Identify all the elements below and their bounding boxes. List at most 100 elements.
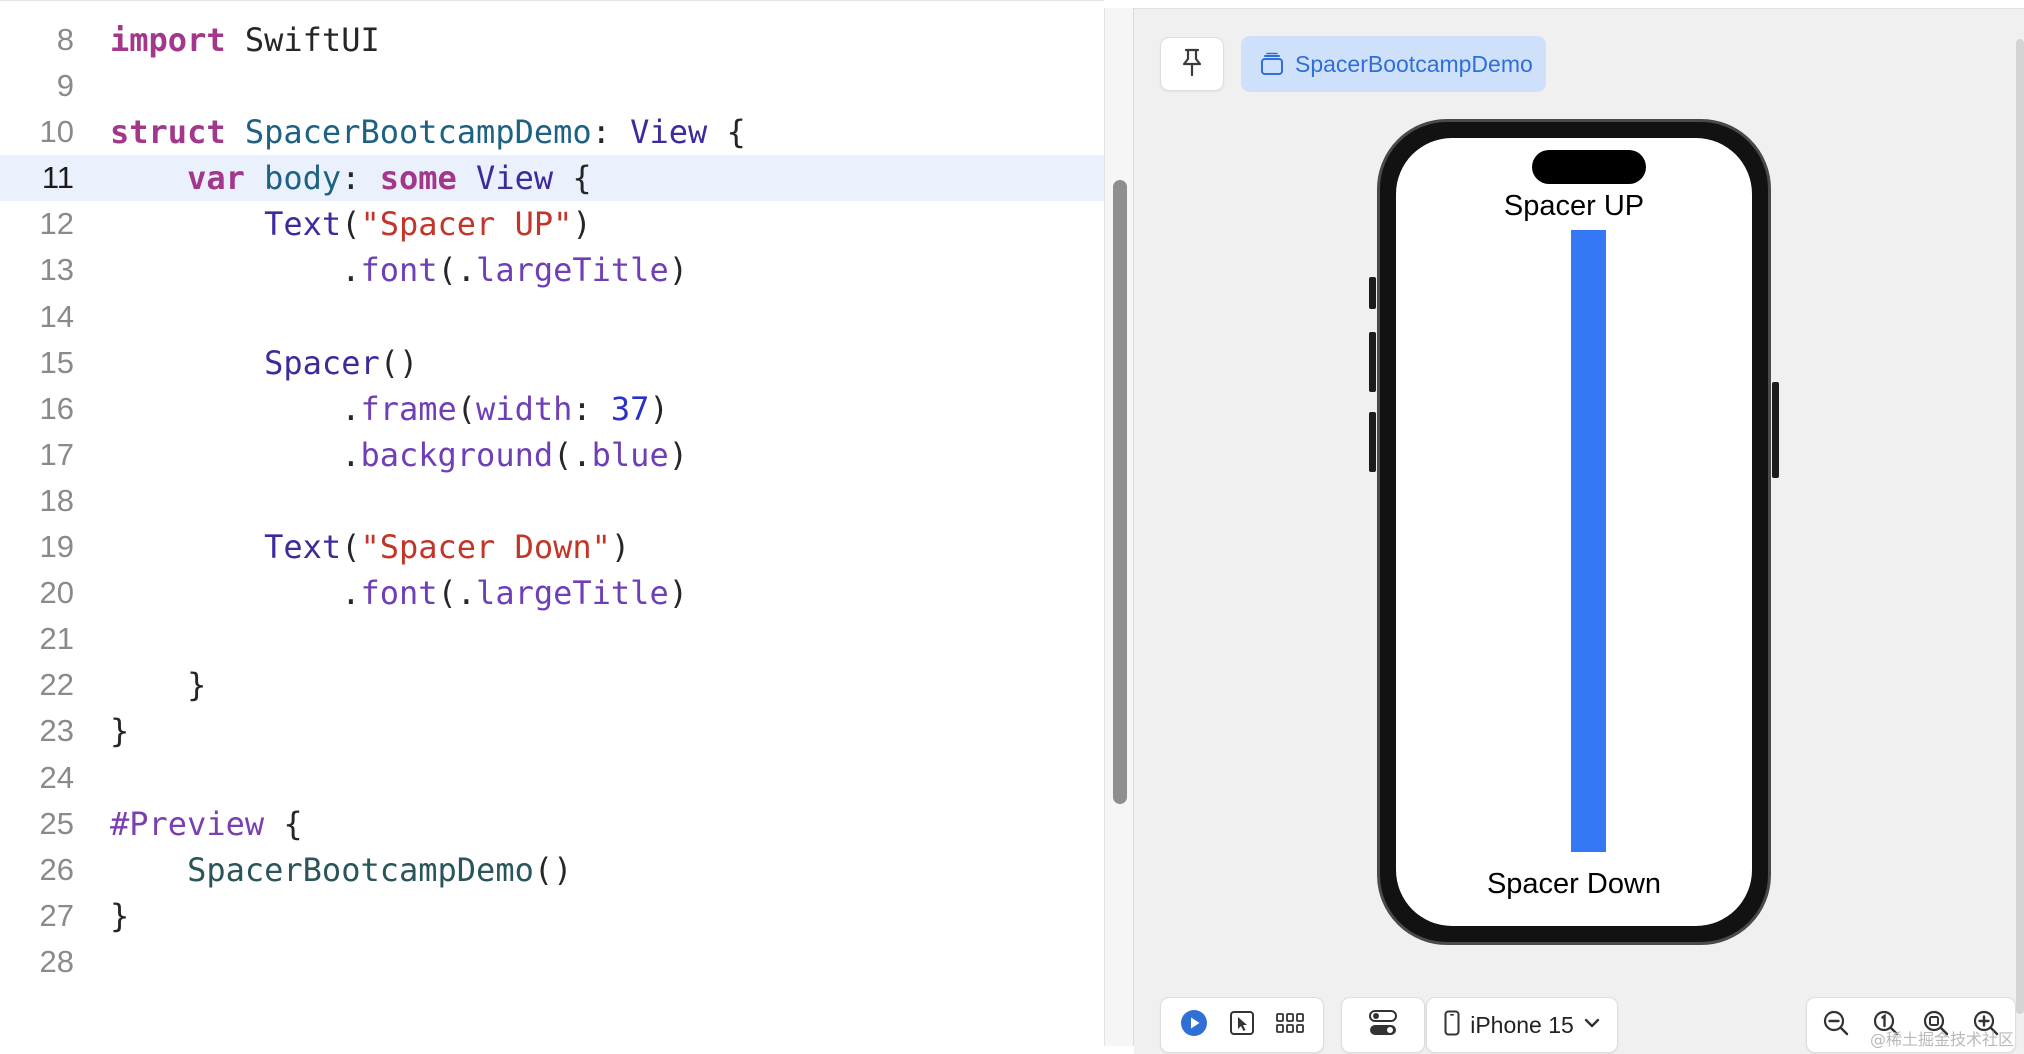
editor-scrollbar[interactable] <box>1104 8 1134 1046</box>
code-token: body <box>264 159 342 198</box>
code-text: .font(.largeTitle) <box>110 570 688 616</box>
device-screen[interactable]: Spacer UP Spacer Down <box>1396 138 1752 926</box>
code-line-active[interactable]: 11 var body: some View { <box>0 155 1104 202</box>
code-token: () <box>533 850 573 889</box>
line-number: 24 <box>39 759 74 795</box>
code-text: .font(.largeTitle) <box>110 247 688 293</box>
device-picker-button[interactable]: iPhone 15 <box>1426 997 1618 1053</box>
preview-mode-control <box>1160 997 1324 1053</box>
pin-preview-button[interactable] <box>1160 37 1224 91</box>
code-line[interactable]: 25 #Preview { <box>0 801 1104 847</box>
code-token: . <box>110 251 361 290</box>
code-line[interactable]: 9 <box>0 63 1104 109</box>
watermark-text: @稀土掘金技术社区 <box>1869 1030 2014 1049</box>
editor-scrollbar-thumb[interactable] <box>1113 180 1127 804</box>
canvas-scrollbar[interactable] <box>2016 39 2024 1014</box>
code-token: Text <box>264 528 342 567</box>
code-line[interactable]: 10 struct SpacerBootcampDemo: View { <box>0 109 1104 155</box>
code-token: ( <box>456 389 477 428</box>
code-line[interactable]: 22 } <box>0 662 1104 708</box>
code-token: : <box>341 159 380 198</box>
code-token: struct <box>110 113 226 152</box>
code-text: import SwiftUI <box>110 17 380 63</box>
device-settings-icon <box>1368 1009 1398 1042</box>
iphone-icon <box>1444 1010 1460 1041</box>
live-play-icon[interactable] <box>1180 1009 1208 1042</box>
volume-up-button <box>1369 332 1376 392</box>
code-line[interactable]: 28 <box>0 939 1104 985</box>
code-token: "Spacer UP" <box>360 205 573 244</box>
line-number: 16 <box>39 390 74 426</box>
code-token: View <box>630 113 708 152</box>
code-token: ( <box>341 205 361 244</box>
code-token: ) <box>668 574 688 613</box>
code-line[interactable]: 8 import SwiftUI <box>0 17 1104 63</box>
code-token: ) <box>610 528 631 567</box>
code-line[interactable]: 12 Text("Spacer UP") <box>0 201 1104 247</box>
dynamic-island <box>1532 150 1646 184</box>
line-number: 10 <box>39 114 74 150</box>
code-line[interactable]: 26 SpacerBootcampDemo() <box>0 847 1104 893</box>
line-number: 18 <box>39 482 74 518</box>
chevron-down-icon <box>1584 1016 1600 1034</box>
spacer-up-text: Spacer UP <box>1503 190 1645 222</box>
code-text: } <box>110 893 129 939</box>
preview-tab[interactable]: SpacerBootcampDemo <box>1241 36 1546 92</box>
code-line[interactable]: 23} <box>0 708 1104 754</box>
code-token: frame <box>360 389 457 428</box>
code-token: View <box>476 159 554 198</box>
preview-tab-label: SpacerBootcampDemo <box>1295 50 1533 77</box>
spacer-down-text: Spacer Down <box>1486 868 1662 900</box>
zoom-out-icon[interactable] <box>1822 1009 1850 1042</box>
code-line[interactable]: 18 <box>0 478 1104 524</box>
code-line[interactable]: 17 .background(.blue) <box>0 432 1104 478</box>
code-line[interactable]: 20 .font(.largeTitle) <box>0 570 1104 616</box>
code-token: background <box>360 435 554 474</box>
code-token: font <box>360 574 438 613</box>
code-token: } <box>110 666 207 705</box>
code-line[interactable]: 15 Spacer() <box>0 340 1104 386</box>
code-token: blue <box>591 435 669 474</box>
code-lines[interactable]: 8 import SwiftUI 9 10 struct SpacerBootcampD… <box>0 17 1104 985</box>
code-token: (. <box>553 435 592 474</box>
code-line[interactable]: 16 .frame(width: 37) <box>0 386 1104 432</box>
variants-grid-icon[interactable] <box>1276 1012 1305 1039</box>
code-token: . <box>110 435 361 474</box>
line-number: 22 <box>39 667 74 703</box>
code-token: : <box>572 389 611 428</box>
code-text: Text("Spacer Down") <box>110 524 630 570</box>
preview-canvas: SpacerBootcampDemo Spacer UP Spacer Down <box>1134 8 2024 1054</box>
code-text: .frame(width: 37) <box>110 386 669 432</box>
device-settings-button[interactable] <box>1341 997 1425 1053</box>
code-text: Spacer() <box>110 340 418 386</box>
selectable-cursor-icon[interactable] <box>1229 1010 1255 1041</box>
line-number: 19 <box>39 529 74 565</box>
code-token: (. <box>437 574 477 613</box>
code-line[interactable]: 27} <box>0 893 1104 939</box>
code-line[interactable]: 19 Text("Spacer Down") <box>0 524 1104 570</box>
code-token: largeTitle <box>476 251 669 290</box>
code-token: . <box>110 574 361 613</box>
code-line[interactable]: 13 .font(.largeTitle) <box>0 247 1104 293</box>
code-token: } <box>110 712 130 751</box>
code-line[interactable]: 24 <box>0 755 1104 801</box>
code-token: some <box>379 159 457 198</box>
code-token: (. <box>437 251 477 290</box>
code-token: { <box>264 804 303 843</box>
code-token: largeTitle <box>476 574 669 613</box>
code-line[interactable]: 21 <box>0 616 1104 662</box>
code-token: var <box>187 159 245 198</box>
line-number: 14 <box>39 298 74 334</box>
pin-icon <box>1179 47 1205 82</box>
line-number: 28 <box>39 943 74 979</box>
code-token: width <box>476 389 573 428</box>
line-number: 21 <box>39 621 74 657</box>
code-line[interactable]: 14 <box>0 294 1104 340</box>
code-token: ( <box>341 528 361 567</box>
code-editor[interactable]: 8 import SwiftUI 9 10 struct SpacerBootcampD… <box>0 0 1104 1046</box>
line-number: 25 <box>39 805 74 841</box>
volume-down-button <box>1369 412 1376 472</box>
